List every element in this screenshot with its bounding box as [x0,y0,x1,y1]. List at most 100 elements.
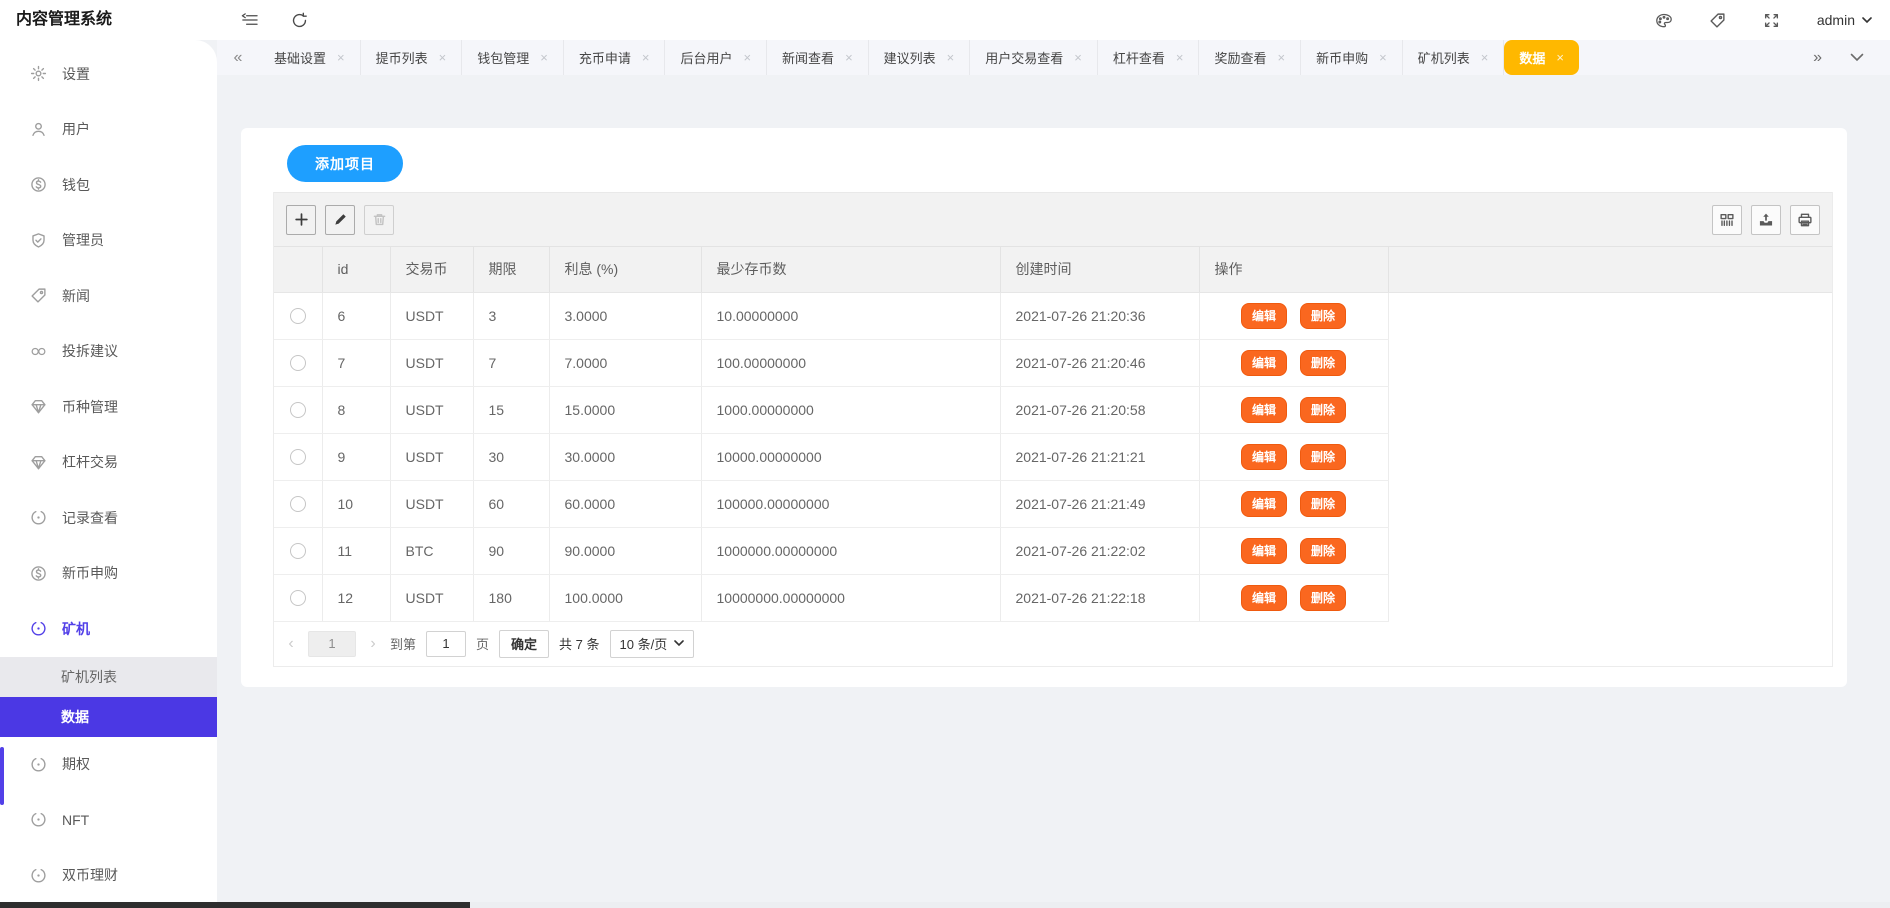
tab[interactable]: 用户交易查看 × [970,40,1098,75]
horizontal-scrollbar-thumb[interactable] [0,902,470,908]
tab[interactable]: 提币列表 × [361,40,463,75]
sidebar-item[interactable]: 设置 [0,46,217,102]
tab-close-icon[interactable]: × [743,50,751,65]
tag-icon[interactable] [1709,11,1727,29]
tab[interactable]: 充币申请 × [564,40,666,75]
cell-created: 2021-07-26 21:22:18 [1000,574,1199,621]
delete-button[interactable]: 删除 [1300,303,1346,329]
tab-close-icon[interactable]: × [1278,50,1286,65]
edit-button[interactable]: 编辑 [1241,585,1287,611]
sidebar-item[interactable]: 期权 [0,737,217,793]
sidebar-scrollbar-thumb[interactable] [0,747,4,805]
sidebar-item[interactable]: 新闻 [0,268,217,324]
horizontal-scrollbar[interactable] [0,902,1890,908]
tab[interactable]: 钱包管理 × [462,40,564,75]
tab-close-icon[interactable]: × [337,50,345,65]
edit-button[interactable]: 编辑 [1241,397,1287,423]
row-radio[interactable] [290,402,306,418]
sidebar-item[interactable]: 记录查看 [0,490,217,546]
next-page-icon[interactable]: › [366,635,380,653]
tabs-scroll-left-icon[interactable]: « [217,49,259,67]
toolbar-button[interactable] [364,205,394,235]
delete-button[interactable]: 删除 [1300,350,1346,376]
sidebar-item[interactable]: 投拆建议 [0,324,217,380]
tab[interactable]: 建议列表 × [869,40,971,75]
goto-confirm-button[interactable]: 确定 [499,630,549,658]
column-header[interactable]: 最少存币数 [701,247,1000,292]
row-radio[interactable] [290,590,306,606]
column-header[interactable]: 交易币 [390,247,473,292]
row-radio[interactable] [290,355,306,371]
toolbar-button[interactable] [1712,205,1742,235]
sidebar-item[interactable]: 数据 [0,697,217,737]
tab[interactable]: 新闻查看 × [767,40,869,75]
tab-close-icon[interactable]: × [1074,50,1082,65]
header-icon[interactable] [240,11,258,29]
toolbar-button[interactable] [286,205,316,235]
edit-button[interactable]: 编辑 [1241,538,1287,564]
sidebar-item[interactable]: 矿机 [0,601,217,657]
toolbar-button[interactable] [1751,205,1781,235]
sidebar-item[interactable]: 双币理财 [0,848,217,904]
sidebar-item[interactable]: 新币申购 [0,546,217,602]
tab-close-icon[interactable]: × [1379,50,1387,65]
goto-page-input[interactable] [426,631,466,657]
column-header[interactable] [274,247,322,292]
tab[interactable]: 基础设置 × [259,40,361,75]
sidebar-item[interactable]: 杠杆交易 [0,435,217,491]
tabs-menu-chevron-icon[interactable] [1850,53,1864,62]
sidebar-item[interactable]: 矿机列表 [0,657,217,697]
tab-label: 钱包管理 [477,48,529,67]
header-icon[interactable] [290,11,308,29]
fullscreen-icon[interactable] [1763,11,1781,29]
current-page-button[interactable]: 1 [308,631,356,657]
column-header[interactable]: 创建时间 [1000,247,1199,292]
tab[interactable]: 杠杆查看 × [1098,40,1200,75]
tab[interactable]: 矿机列表 × [1403,40,1505,75]
edit-button[interactable]: 编辑 [1241,444,1287,470]
add-item-button[interactable]: 添加项目 [287,145,403,182]
edit-button[interactable]: 编辑 [1241,303,1287,329]
tab-close-icon[interactable]: × [642,50,650,65]
row-radio[interactable] [290,543,306,559]
sidebar-item[interactable]: NFT [0,792,217,848]
edit-button[interactable]: 编辑 [1241,491,1287,517]
theme-palette-icon[interactable] [1655,11,1673,29]
sidebar-item[interactable]: 用户 [0,102,217,158]
toolbar-button[interactable] [325,205,355,235]
tabs-scroll-right-icon[interactable]: » [1813,49,1822,67]
page-size-select[interactable]: 10 条/页 [610,630,695,658]
delete-button[interactable]: 删除 [1300,538,1346,564]
tab[interactable]: 数据 × [1504,40,1579,75]
column-header[interactable]: 操作 [1199,247,1388,292]
sidebar-item[interactable]: 管理员 [0,213,217,269]
edit-button[interactable]: 编辑 [1241,350,1287,376]
tab-close-icon[interactable]: × [1556,50,1564,65]
cell-id: 11 [322,527,390,574]
prev-page-icon[interactable]: ‹ [284,635,298,653]
delete-button[interactable]: 删除 [1300,444,1346,470]
tab-close-icon[interactable]: × [947,50,955,65]
tab-close-icon[interactable]: × [1481,50,1489,65]
tab-close-icon[interactable]: × [1176,50,1184,65]
column-header[interactable] [1388,247,1832,292]
row-radio[interactable] [290,308,306,324]
tab[interactable]: 后台用户 × [665,40,767,75]
sidebar-item[interactable]: 钱包 [0,157,217,213]
tab[interactable]: 奖励查看 × [1199,40,1301,75]
row-radio[interactable] [290,496,306,512]
tab-close-icon[interactable]: × [540,50,548,65]
column-header[interactable]: 利息 (%) [549,247,701,292]
tab-close-icon[interactable]: × [439,50,447,65]
column-header[interactable]: id [322,247,390,292]
delete-button[interactable]: 删除 [1300,585,1346,611]
column-header[interactable]: 期限 [473,247,549,292]
delete-button[interactable]: 删除 [1300,397,1346,423]
delete-button[interactable]: 删除 [1300,491,1346,517]
row-radio[interactable] [290,449,306,465]
toolbar-button[interactable] [1790,205,1820,235]
user-menu[interactable]: admin [1817,12,1872,28]
tab-close-icon[interactable]: × [845,50,853,65]
sidebar-item[interactable]: 币种管理 [0,379,217,435]
tab[interactable]: 新币申购 × [1301,40,1403,75]
